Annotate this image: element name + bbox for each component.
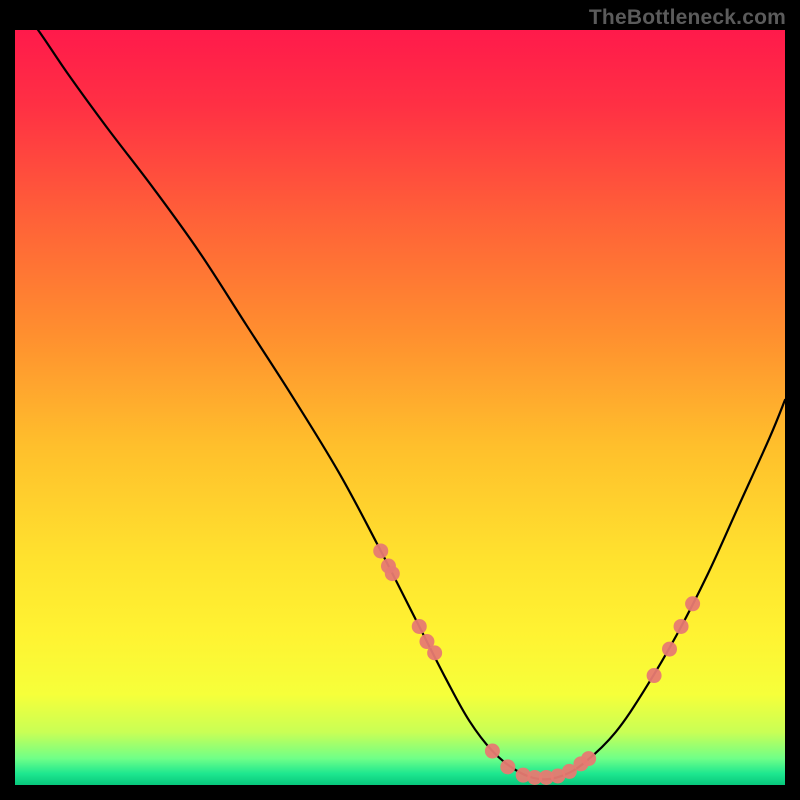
data-point [516,768,531,783]
data-point [539,770,554,785]
data-point [373,543,388,558]
chart-stage: TheBottleneck.com [0,0,800,800]
data-point [662,642,677,657]
data-point [674,619,689,634]
data-point [581,751,596,766]
data-point [550,768,565,783]
data-point [412,619,427,634]
data-point [500,759,515,774]
data-point [685,596,700,611]
heat-gradient-background [15,30,785,785]
data-point [381,559,396,574]
data-point [419,634,434,649]
bottleneck-curve-plot [15,30,785,785]
data-point [562,764,577,779]
watermark: TheBottleneck.com [589,6,786,30]
data-point [573,756,588,771]
bottleneck-curve [15,30,785,779]
data-point-group [373,543,700,785]
data-point [647,668,662,683]
data-point [385,566,400,581]
data-point [527,770,542,785]
data-point [427,645,442,660]
data-point [485,744,500,759]
